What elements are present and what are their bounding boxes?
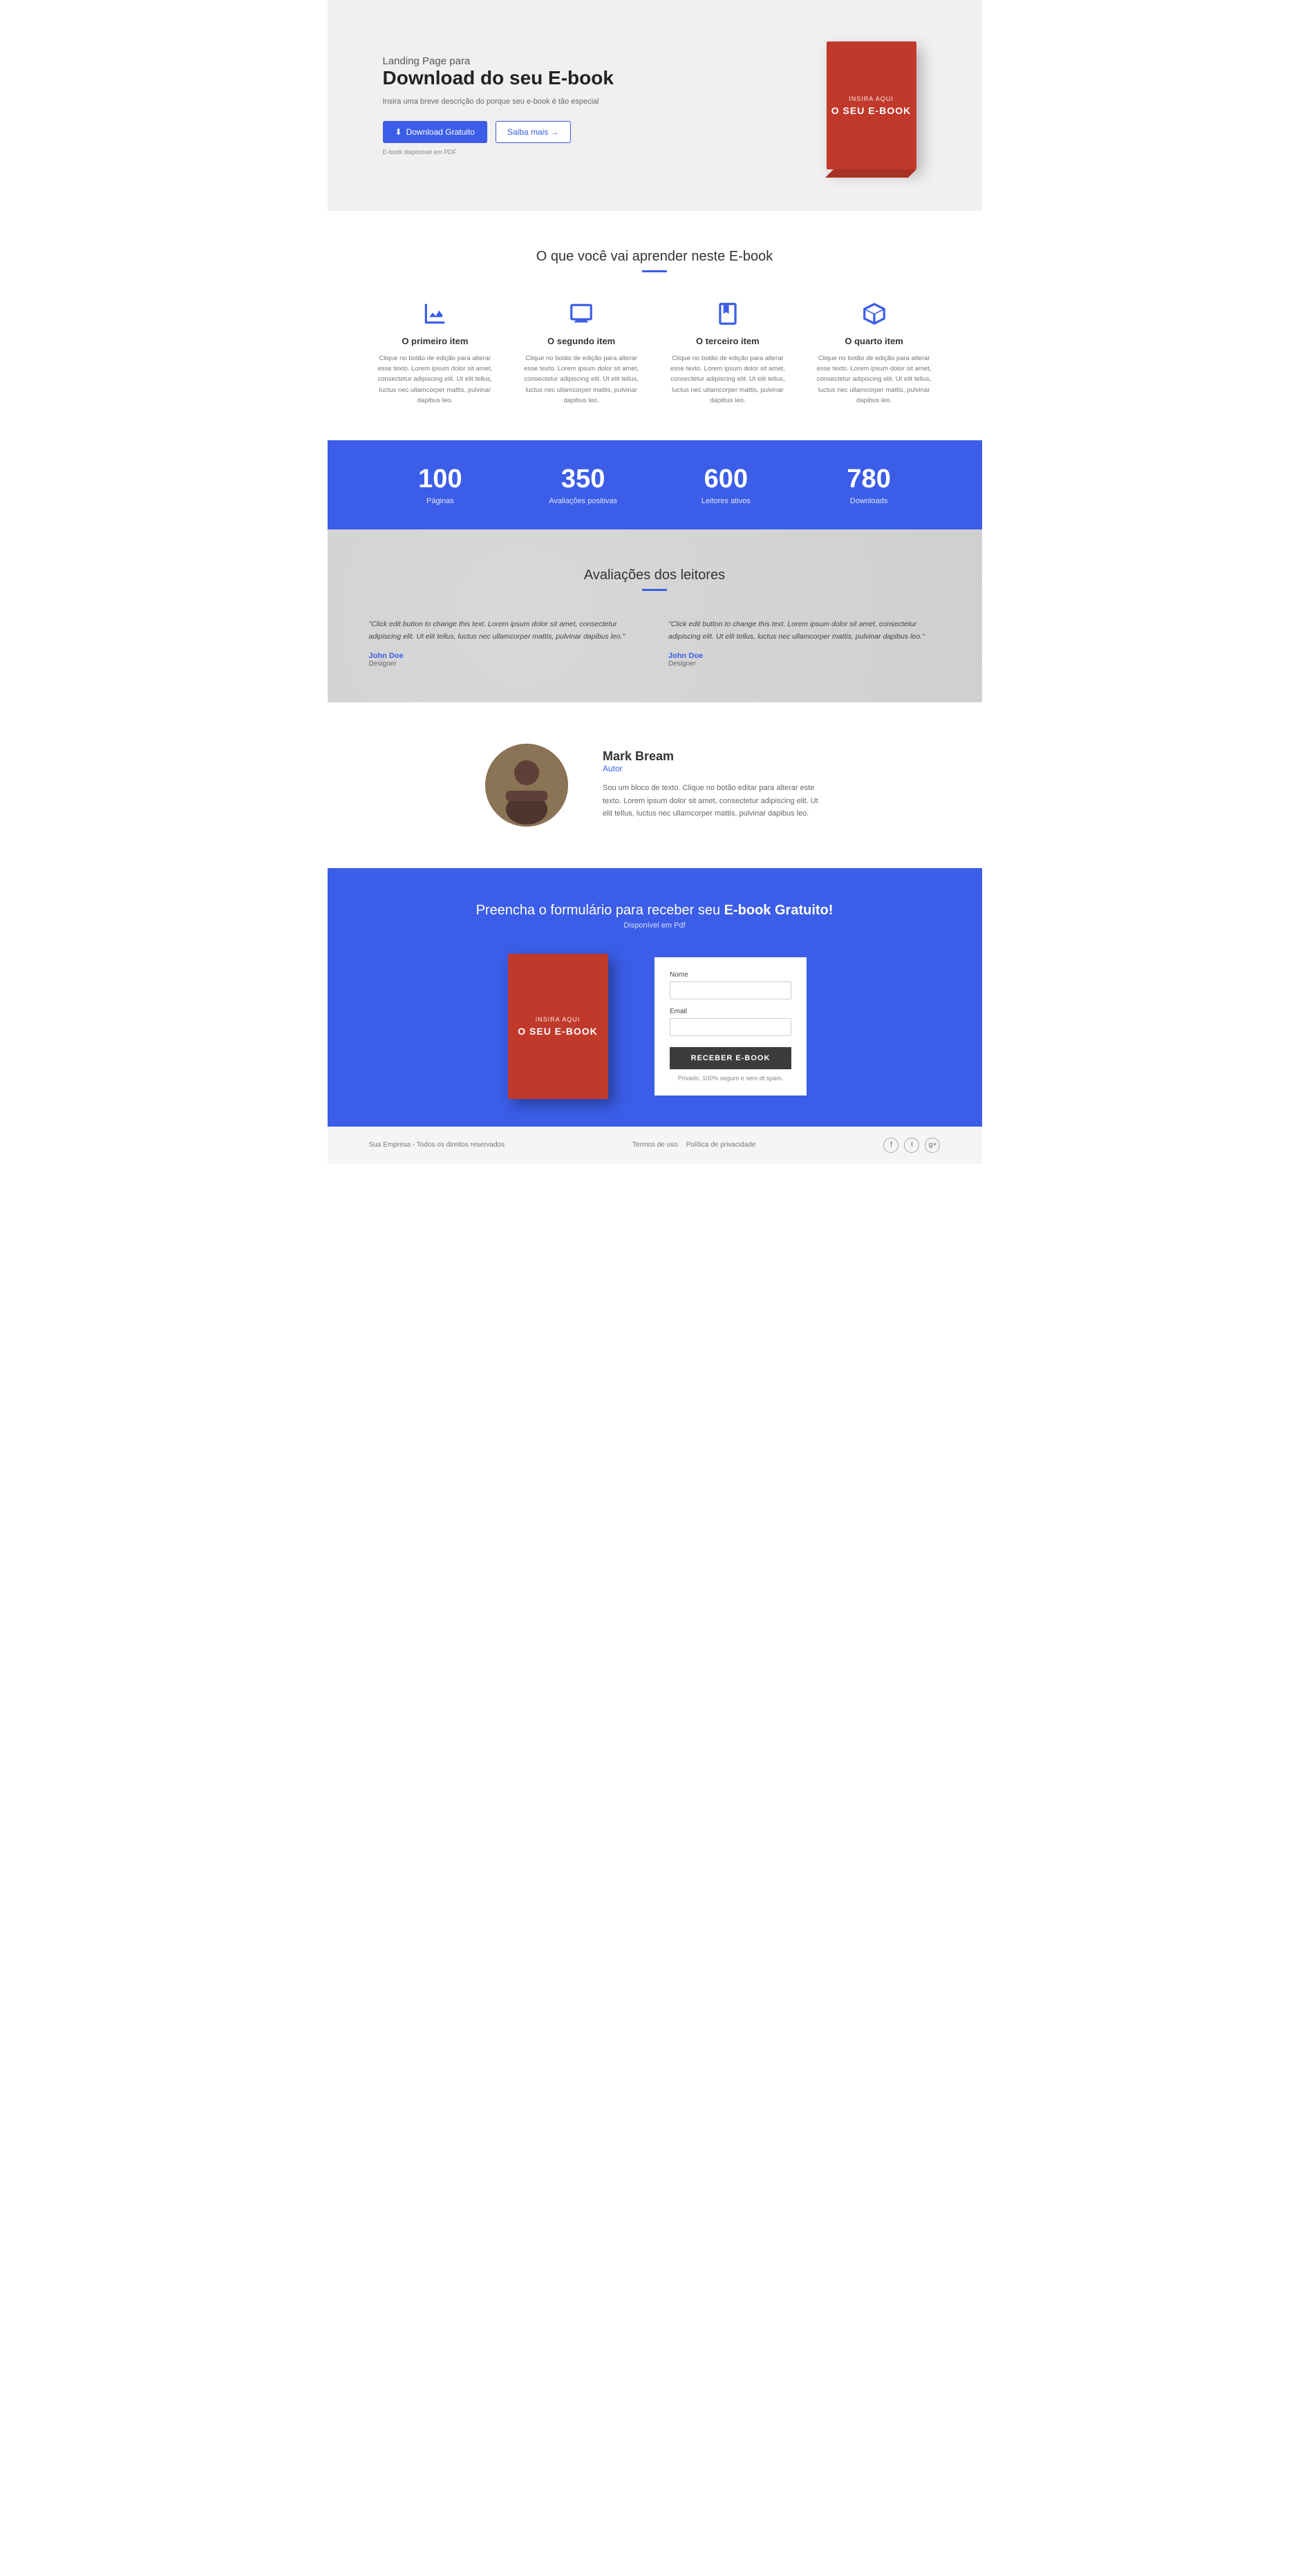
footer: Sua Empresa - Todos os direitos reservad… bbox=[328, 1127, 982, 1164]
review-role-2: Designer bbox=[668, 660, 941, 668]
stat-label-downloads: Downloads bbox=[798, 497, 941, 505]
feature-text-1: Clique no botão de edição para alterar e… bbox=[376, 353, 495, 406]
hero-title: Download do seu E-book bbox=[383, 67, 614, 89]
review-item-2: "Click edit button to change this text. … bbox=[668, 619, 941, 668]
stat-reviews: 350 Avaliações positivas bbox=[511, 464, 654, 505]
book-icon bbox=[711, 300, 744, 328]
stat-downloads: 780 Downloads bbox=[798, 464, 941, 505]
review-item-1: "Click edit button to change this text. … bbox=[369, 619, 641, 668]
features-title: O que você vai aprender neste E-book bbox=[369, 249, 941, 265]
cta-content: INSIRA AQUI O SEU E-BOOK Nome Email RECE… bbox=[369, 954, 941, 1099]
review-author-1: John Doe bbox=[369, 652, 641, 660]
cta-book-subtitle: INSIRA AQUI bbox=[536, 1016, 581, 1023]
stat-number-pages: 100 bbox=[369, 464, 512, 494]
download-button[interactable]: ⬇ Download Gratuito bbox=[383, 121, 487, 143]
book-cover: INSIRA AQUI O SEU E-BOOK bbox=[827, 41, 916, 169]
form-name-group: Nome bbox=[670, 971, 791, 999]
review-text-2: "Click edit button to change this text. … bbox=[668, 619, 941, 643]
feature-text-2: Clique no botão de edição para alterar e… bbox=[522, 353, 641, 406]
features-section: O que você vai aprender neste E-book O p… bbox=[328, 211, 982, 440]
author-avatar bbox=[485, 744, 568, 827]
hero-section: Landing Page para Download do seu E-book… bbox=[328, 0, 982, 211]
cta-book-title: O SEU E-BOOK bbox=[518, 1026, 597, 1037]
facebook-icon[interactable]: f bbox=[883, 1138, 898, 1153]
feature-item-2: O segundo item Clique no botão de edição… bbox=[515, 300, 648, 406]
googleplus-icon[interactable]: g+ bbox=[925, 1138, 940, 1153]
stats-section: 100 Páginas 350 Avaliações positivas 600… bbox=[328, 440, 982, 529]
hero-text: Landing Page para Download do seu E-book… bbox=[383, 55, 614, 156]
submit-button[interactable]: RECEBER E-BOOK bbox=[670, 1047, 791, 1069]
stat-number-readers: 600 bbox=[654, 464, 798, 494]
author-info: Mark Bream Autor Sou um bloco de texto. … bbox=[603, 749, 824, 820]
book-cover-subtitle: INSIRA AQUI bbox=[849, 95, 894, 102]
reviews-title: Avaliações dos leitores bbox=[369, 567, 941, 583]
cta-section: Preencha o formulário para receber seu E… bbox=[328, 868, 982, 1127]
review-text-1: "Click edit button to change this text. … bbox=[369, 619, 641, 643]
codepen-icon bbox=[858, 300, 891, 328]
monitor-icon bbox=[565, 300, 598, 328]
reviews-section: Avaliações dos leitores "Click edit butt… bbox=[328, 529, 982, 702]
reviews-divider bbox=[642, 589, 667, 591]
stat-number-downloads: 780 bbox=[798, 464, 941, 494]
feature-title-3: O terceiro item bbox=[668, 336, 787, 346]
author-role: Autor bbox=[603, 764, 824, 773]
footer-link-privacy[interactable]: Política de privacidade bbox=[686, 1141, 756, 1149]
features-grid: O primeiro item Clique no botão de ediçã… bbox=[369, 300, 941, 406]
chart-icon bbox=[418, 300, 451, 328]
footer-copy: Sua Empresa - Todos os direitos reservad… bbox=[369, 1141, 505, 1149]
hero-book: INSIRA AQUI O SEU E-BOOK bbox=[816, 41, 927, 169]
cta-subtitle: Disponível em Pdf bbox=[369, 921, 941, 930]
stat-readers: 600 Leitores ativos bbox=[654, 464, 798, 505]
feature-item-3: O terceiro item Clique no botão de ediçã… bbox=[661, 300, 794, 406]
stat-number-reviews: 350 bbox=[511, 464, 654, 494]
footer-social: f t g+ bbox=[883, 1138, 940, 1153]
cta-title: Preencha o formulário para receber seu E… bbox=[369, 903, 941, 919]
feature-title-1: O primeiro item bbox=[376, 336, 495, 346]
form-name-label: Nome bbox=[670, 971, 791, 979]
stat-label-readers: Leitores ativos bbox=[654, 497, 798, 505]
stat-pages: 100 Páginas bbox=[369, 464, 512, 505]
hero-subtitle: Landing Page para bbox=[383, 55, 614, 67]
author-name: Mark Bream bbox=[603, 749, 824, 764]
feature-text-4: Clique no botão de edição para alterar e… bbox=[815, 353, 934, 406]
form-email-input[interactable] bbox=[670, 1018, 791, 1036]
book-cover-title: O SEU E-BOOK bbox=[831, 105, 911, 116]
hero-buttons: ⬇ Download Gratuito Saiba mais → bbox=[383, 121, 614, 143]
section-divider bbox=[642, 270, 667, 272]
stat-label-pages: Páginas bbox=[369, 497, 512, 505]
feature-item-1: O primeiro item Clique no botão de ediçã… bbox=[369, 300, 502, 406]
reviews-grid: "Click edit button to change this text. … bbox=[369, 619, 941, 668]
twitter-icon[interactable]: t bbox=[904, 1138, 919, 1153]
form-name-input[interactable] bbox=[670, 981, 791, 999]
form-privacy: Privado, 100% seguro e sem dt spam. bbox=[670, 1075, 791, 1082]
hero-note: E-book disponível em PDF bbox=[383, 149, 614, 156]
form-email-label: Email bbox=[670, 1008, 791, 1015]
review-author-2: John Doe bbox=[668, 652, 941, 660]
cta-book: INSIRA AQUI O SEU E-BOOK bbox=[502, 954, 613, 1099]
author-bio: Sou um bloco de texto. Clique no botão e… bbox=[603, 782, 824, 820]
cta-form: Nome Email RECEBER E-BOOK Privado, 100% … bbox=[654, 957, 807, 1096]
footer-link-terms[interactable]: Termos de uso bbox=[632, 1141, 678, 1149]
feature-title-2: O segundo item bbox=[522, 336, 641, 346]
feature-text-3: Clique no botão de edição para alterar e… bbox=[668, 353, 787, 406]
learn-more-button[interactable]: Saiba mais → bbox=[496, 121, 571, 143]
hero-description: Insira uma breve descrição do porque seu… bbox=[383, 96, 614, 108]
cta-book-cover: INSIRA AQUI O SEU E-BOOK bbox=[508, 954, 608, 1099]
feature-title-4: O quarto item bbox=[815, 336, 934, 346]
author-section: Mark Bream Autor Sou um bloco de texto. … bbox=[328, 702, 982, 868]
stat-label-reviews: Avaliações positivas bbox=[511, 497, 654, 505]
form-email-group: Email bbox=[670, 1008, 791, 1036]
download-icon: ⬇ bbox=[395, 127, 402, 137]
feature-item-4: O quarto item Clique no botão de edição … bbox=[808, 300, 941, 406]
footer-links: Termos de uso Política de privacidade bbox=[632, 1141, 755, 1149]
review-role-1: Designer bbox=[369, 660, 641, 668]
